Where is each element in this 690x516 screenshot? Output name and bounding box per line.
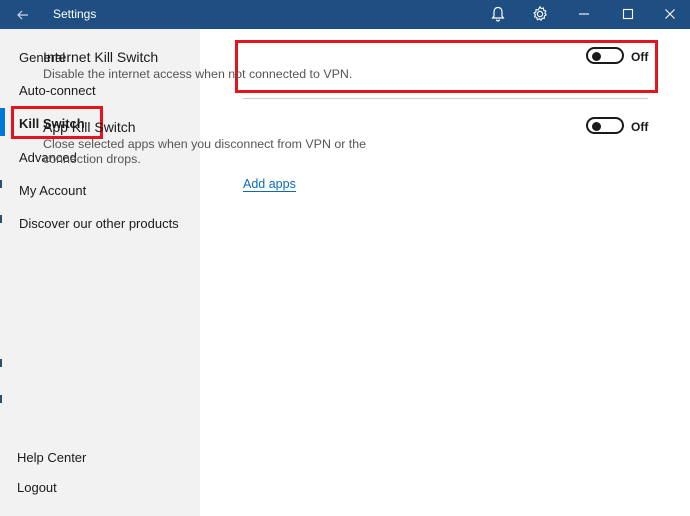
- gear-icon[interactable]: [531, 5, 549, 23]
- bell-icon[interactable]: [489, 5, 507, 23]
- edge-tick: [0, 359, 2, 367]
- internet-kill-switch-description: Disable the internet access when not con…: [43, 67, 353, 81]
- sidebar-item-help-center[interactable]: Help Center: [17, 450, 86, 465]
- sidebar-item-auto-connect[interactable]: Auto-connect: [19, 83, 96, 98]
- toggle-knob: [592, 121, 601, 131]
- back-arrow-icon[interactable]: [14, 6, 32, 24]
- add-apps-link[interactable]: Add apps: [243, 177, 296, 192]
- sidebar-item-logout[interactable]: Logout: [17, 480, 57, 495]
- app-kill-switch-description: Close selected apps when you disconnect …: [43, 137, 367, 166]
- sidebar-item-discover-products[interactable]: Discover our other products: [19, 216, 179, 231]
- internet-kill-switch-state: Off: [631, 50, 649, 64]
- internet-kill-switch-section: Internet Kill Switch Disable the interne…: [43, 49, 448, 82]
- window-title: Settings: [53, 7, 97, 21]
- app-kill-switch-section: App Kill Switch Close selected apps when…: [43, 119, 448, 167]
- app-kill-switch-toggle[interactable]: [586, 117, 624, 134]
- edge-tick: [0, 395, 2, 403]
- sidebar-item-my-account[interactable]: My Account: [19, 183, 86, 198]
- section-divider: [243, 98, 648, 99]
- content-area: [200, 29, 690, 516]
- app-kill-switch-title: App Kill Switch: [43, 119, 136, 135]
- close-icon[interactable]: [661, 5, 679, 23]
- app-kill-switch-state: Off: [631, 120, 649, 134]
- selected-indicator: [0, 108, 5, 136]
- internet-kill-switch-toggle[interactable]: [586, 47, 624, 64]
- maximize-icon[interactable]: [619, 5, 637, 23]
- edge-tick: [0, 215, 2, 223]
- minimize-icon[interactable]: [575, 5, 593, 23]
- toggle-knob: [592, 51, 601, 61]
- edge-tick: [0, 180, 2, 188]
- internet-kill-switch-title: Internet Kill Switch: [43, 49, 159, 65]
- sidebar: General Auto-connect Kill Switch Advance…: [0, 29, 200, 516]
- title-bar: Settings: [0, 0, 690, 29]
